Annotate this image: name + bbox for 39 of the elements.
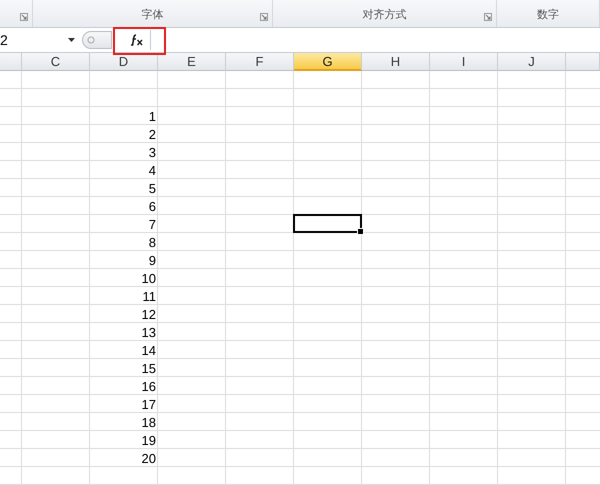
insert-function-icon[interactable] bbox=[130, 34, 144, 46]
resize-handle-icon[interactable] bbox=[87, 36, 95, 44]
cell-value: 18 bbox=[142, 414, 156, 430]
ribbon-group-label: 数字 bbox=[537, 7, 559, 22]
cell-value: 19 bbox=[142, 432, 156, 448]
cell-value: 4 bbox=[148, 162, 156, 178]
column-header[interactable]: C bbox=[22, 53, 90, 71]
cell-value: 12 bbox=[142, 306, 156, 322]
column-header[interactable]: D bbox=[90, 53, 158, 71]
column-header[interactable]: I bbox=[430, 53, 498, 71]
cell-value: 15 bbox=[142, 360, 156, 376]
cell-value: 3 bbox=[148, 144, 156, 160]
cell-value: 7 bbox=[148, 216, 156, 232]
cell-value: 1 bbox=[148, 108, 156, 124]
column-header[interactable]: E bbox=[158, 53, 226, 71]
dialog-launcher-icon[interactable] bbox=[484, 13, 492, 21]
cell-value: 17 bbox=[142, 396, 156, 412]
cell-value: 13 bbox=[142, 324, 156, 340]
ribbon-group-label: 字体 bbox=[142, 7, 164, 22]
cell-value: 5 bbox=[148, 180, 156, 196]
column-header[interactable]: H bbox=[362, 53, 430, 71]
cell-value: 16 bbox=[142, 378, 156, 394]
name-box[interactable]: 2 bbox=[0, 30, 78, 50]
ribbon-group-label: 对齐方式 bbox=[362, 7, 406, 22]
column-header[interactable]: F bbox=[226, 53, 294, 71]
selected-cell[interactable] bbox=[293, 214, 362, 233]
cell-value: 20 bbox=[142, 450, 156, 466]
cell-value: 6 bbox=[148, 198, 156, 214]
cell-value: 10 bbox=[142, 270, 156, 286]
cell-value: 8 bbox=[148, 234, 156, 250]
dialog-launcher-icon[interactable] bbox=[260, 13, 268, 21]
cell-value: 2 bbox=[148, 126, 156, 142]
cell-value: 11 bbox=[142, 288, 156, 304]
dialog-launcher-icon[interactable] bbox=[20, 13, 28, 21]
cell-value: 9 bbox=[148, 252, 156, 268]
cell-value: 14 bbox=[142, 342, 156, 358]
column-header[interactable]: J bbox=[498, 53, 566, 71]
dropdown-caret-icon[interactable] bbox=[68, 38, 75, 42]
column-header[interactable]: G bbox=[294, 53, 362, 71]
